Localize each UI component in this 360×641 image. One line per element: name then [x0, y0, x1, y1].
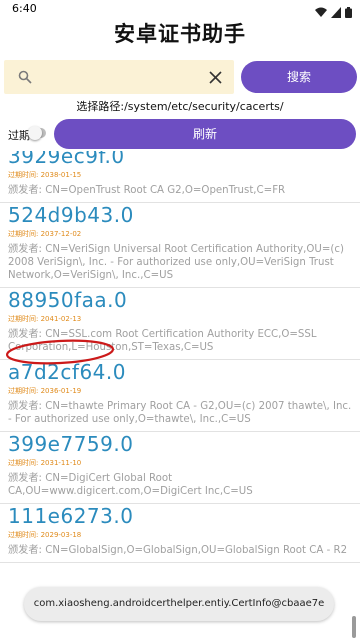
- cert-item[interactable]: 3929ec9f.0 过期时间: 2038-01-15 颁发者: CN=Open…: [0, 151, 360, 203]
- refresh-button[interactable]: 刷新: [54, 119, 356, 149]
- toggle-thumb: [28, 126, 42, 140]
- search-input[interactable]: [42, 66, 196, 90]
- search-box[interactable]: [4, 60, 234, 94]
- cert-list-area[interactable]: 3929ec9f.0 过期时间: 2038-01-15 颁发者: CN=Open…: [0, 151, 360, 641]
- overdue-toggle[interactable]: [28, 126, 46, 140]
- close-icon[interactable]: [209, 69, 222, 88]
- cert-issuer: 颁发者: CN=VeriSign Universal Root Certific…: [8, 244, 344, 281]
- cert-expiry: 过期时间: 2038-01-15: [8, 171, 82, 179]
- cert-expiry: 过期时间: 2041-02-13: [8, 315, 82, 323]
- cert-expiry: 过期时间: 2037-12-02: [8, 230, 82, 238]
- app-title: 安卓证书助手: [114, 22, 246, 46]
- cert-expiry: 过期时间: 2036-01-19: [8, 387, 82, 395]
- cert-list: 3929ec9f.0 过期时间: 2038-01-15 颁发者: CN=Open…: [0, 151, 360, 563]
- cert-issuer: 颁发者: CN=DigiCert Global Root CA,OU=www.d…: [8, 473, 253, 497]
- cert-item[interactable]: 399e7759.0 过期时间: 2031-11-10 颁发者: CN=Digi…: [0, 432, 360, 504]
- status-time: 6:40: [12, 2, 37, 15]
- cert-expiry: 过期时间: 2031-11-10: [8, 459, 82, 467]
- toast-message: com.xiaosheng.androidcerthelper.entiy.Ce…: [24, 587, 334, 621]
- status-bar: 6:40: [0, 0, 360, 18]
- cert-hash: a7d2cf64.0: [8, 360, 126, 384]
- overdue-label: 过期: [8, 129, 30, 142]
- cert-hash: 399e7759.0: [8, 432, 134, 456]
- cert-hash: 111e6273.0: [8, 504, 134, 528]
- cert-issuer: 颁发者: CN=SSL.com Root Certification Autho…: [8, 329, 317, 353]
- cert-item[interactable]: 111e6273.0 过期时间: 2029-03-18 颁发者: CN=Glob…: [0, 504, 360, 563]
- search-button[interactable]: 搜索: [241, 61, 357, 93]
- cert-issuer: 颁发者: CN=thawte Primary Root CA - G2,OU=(…: [8, 401, 352, 425]
- path-label: 选择路径:/system/etc/security/cacerts/: [76, 100, 284, 113]
- cert-issuer: 颁发者: CN=GlobalSign,O=GlobalSign,OU=Globa…: [8, 545, 348, 556]
- cert-issuer: 颁发者: CN=OpenTrust Root CA G2,O=OpenTrust…: [8, 185, 286, 196]
- cert-item[interactable]: 88950faa.0 过期时间: 2041-02-13 颁发者: CN=SSL.…: [0, 288, 360, 360]
- cert-item[interactable]: 524d9b43.0 过期时间: 2037-12-02 颁发者: CN=Veri…: [0, 203, 360, 288]
- cert-hash: 524d9b43.0: [8, 203, 134, 227]
- cert-hash: 3929ec9f.0: [8, 151, 125, 168]
- search-icon: [18, 69, 32, 88]
- scrollbar[interactable]: [352, 616, 356, 638]
- cert-hash: 88950faa.0: [8, 288, 128, 312]
- cert-item[interactable]: a7d2cf64.0 过期时间: 2036-01-19 颁发者: CN=thaw…: [0, 360, 360, 432]
- cert-expiry: 过期时间: 2029-03-18: [8, 531, 82, 539]
